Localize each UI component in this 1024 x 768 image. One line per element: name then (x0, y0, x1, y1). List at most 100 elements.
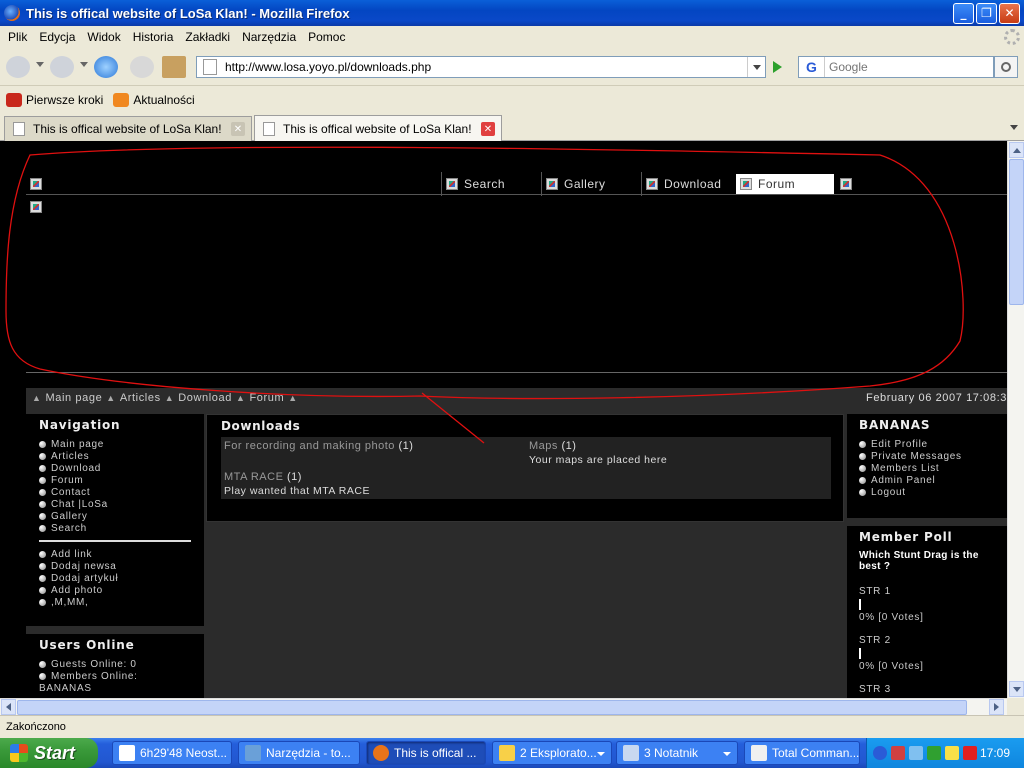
nav-link-forum[interactable]: Forum (39, 474, 191, 486)
tab-bar: This is offical website of LoSa Klan! ✕ … (0, 113, 1024, 142)
bullet-icon (39, 488, 46, 496)
online-member-link[interactable]: BANANAS (39, 682, 191, 694)
horizontal-scroll-thumb[interactable] (17, 700, 967, 715)
windows-logo-icon (10, 744, 28, 762)
menu-widok[interactable]: Widok (81, 30, 126, 44)
scroll-left-button[interactable] (1, 699, 16, 715)
task-explorer[interactable]: 2 Eksplorato... (492, 741, 612, 765)
scroll-right-button[interactable] (989, 699, 1004, 715)
tab-2[interactable]: This is offical website of LoSa Klan! ✕ (254, 115, 502, 142)
reload-button[interactable] (94, 56, 118, 78)
horizontal-scrollbar[interactable] (0, 698, 1007, 715)
scroll-up-button[interactable] (1009, 142, 1024, 158)
google-engine-icon[interactable]: G (799, 57, 825, 77)
task-total-commander[interactable]: Total Comman... (744, 741, 860, 765)
nav-link-dodaj-newsa[interactable]: Dodaj newsa (39, 560, 191, 572)
tray-app-icon[interactable] (945, 746, 959, 760)
search-input[interactable] (825, 60, 993, 74)
bullet-icon (39, 574, 46, 582)
nav-link-mmm[interactable]: ,M,MM, (39, 596, 191, 608)
forward-button[interactable] (50, 56, 74, 78)
task-notatnik[interactable]: 3 Notatnik (616, 741, 738, 765)
close-button[interactable]: ✕ (999, 2, 1020, 24)
red-annotation-outline (5, 146, 964, 444)
back-history-dropdown-icon[interactable] (36, 62, 44, 67)
bookmarks-toolbar: Pierwsze kroki Aktualności (0, 87, 1024, 113)
category-maps-desc: Your maps are placed here (529, 454, 668, 466)
task-neostrada[interactable]: 6h29'48 Neost... (112, 741, 232, 765)
task-firefox[interactable]: This is offical ... (366, 741, 486, 765)
members-list-link[interactable]: Members List (859, 462, 995, 474)
vertical-scroll-thumb[interactable] (1009, 159, 1024, 305)
member-poll-panel: Member Poll Which Stunt Drag is the best… (847, 526, 1007, 698)
logout-link[interactable]: Logout (859, 486, 995, 498)
page-icon (13, 122, 25, 136)
antivirus-icon[interactable] (963, 746, 977, 760)
arrow-left-icon (6, 703, 11, 711)
forward-history-dropdown-icon[interactable] (80, 62, 88, 67)
private-messages-link[interactable]: Private Messages (859, 450, 995, 462)
scroll-down-button[interactable] (1009, 681, 1024, 697)
bookmark-pierwsze-kroki[interactable]: Pierwsze kroki (6, 93, 103, 107)
app-icon (245, 745, 261, 761)
start-button[interactable]: Start (0, 738, 98, 768)
bullet-icon (39, 452, 46, 460)
nav-link-gallery[interactable]: Gallery (39, 510, 191, 522)
poll-question: Which Stunt Drag is the best ? (859, 550, 979, 572)
window-title: This is offical website of LoSa Klan! - … (26, 5, 350, 21)
network-icon[interactable] (909, 746, 923, 760)
nav-link-download[interactable]: Download (39, 462, 191, 474)
home-button[interactable] (162, 56, 186, 78)
back-button[interactable] (6, 56, 30, 78)
url-bar[interactable] (196, 56, 766, 78)
poll-option-1-label: STR 1 (859, 586, 891, 597)
nav-link-chat[interactable]: Chat |LoSa (39, 498, 191, 510)
vertical-scrollbar[interactable] (1007, 141, 1024, 698)
menu-pomoc[interactable]: Pomoc (302, 30, 351, 44)
search-button[interactable] (994, 56, 1018, 78)
close-tab-icon[interactable]: ✕ (231, 122, 245, 136)
bullet-icon (39, 464, 46, 472)
throbber-icon (1004, 29, 1020, 45)
nav-link-add-link[interactable]: Add link (39, 548, 191, 560)
clock: 17:09 (979, 746, 1010, 760)
task-narzedzia[interactable]: Narzędzia - to... (238, 741, 360, 765)
poll-option-2-label: STR 2 (859, 635, 891, 646)
tab-1[interactable]: This is offical website of LoSa Klan! ✕ (4, 116, 252, 141)
bullet-icon (859, 464, 866, 472)
menu-narzedzia[interactable]: Narzędzia (236, 30, 302, 44)
category-mta-race[interactable]: MTA RACE (1) (224, 471, 302, 483)
bullet-icon (39, 660, 46, 668)
nav-link-add-photo[interactable]: Add photo (39, 584, 191, 596)
menu-plik[interactable]: Plik (2, 30, 33, 44)
maximize-button[interactable]: ❐ (976, 2, 997, 24)
nav-link-search[interactable]: Search (39, 522, 191, 534)
poll-option-3-label: STR 3 (859, 684, 891, 695)
bullet-icon (39, 524, 46, 532)
close-tab-icon[interactable]: ✕ (481, 122, 495, 136)
url-dropdown-button[interactable] (747, 57, 765, 77)
tray-app-icon[interactable] (891, 746, 905, 760)
tray-expand-icon[interactable] (873, 746, 887, 760)
bookmark-aktualnosci[interactable]: Aktualności (113, 93, 195, 107)
poll-option-1-bar (859, 599, 861, 610)
media-play-icon[interactable] (927, 746, 941, 760)
search-bar[interactable]: G (798, 56, 994, 78)
nav-link-dodaj-artykul[interactable]: Dodaj artykuł (39, 572, 191, 584)
bullet-icon (39, 500, 46, 508)
nav-link-articles[interactable]: Articles (39, 450, 191, 462)
nav-link-contact[interactable]: Contact (39, 486, 191, 498)
bullet-icon (39, 598, 46, 606)
stop-button[interactable] (130, 56, 154, 78)
go-button[interactable] (766, 56, 788, 78)
members-online: Members Online: (39, 670, 191, 682)
tab-list-dropdown-icon[interactable] (1010, 125, 1018, 130)
menu-historia[interactable]: Historia (127, 30, 180, 44)
page-icon (203, 59, 217, 75)
menu-edycja[interactable]: Edycja (33, 30, 81, 44)
url-input[interactable] (225, 60, 747, 74)
bullet-icon (39, 550, 46, 558)
minimize-button[interactable]: _ (953, 2, 974, 24)
admin-panel-link[interactable]: Admin Panel (859, 474, 995, 486)
menu-zakladki[interactable]: Zakładki (179, 30, 236, 44)
